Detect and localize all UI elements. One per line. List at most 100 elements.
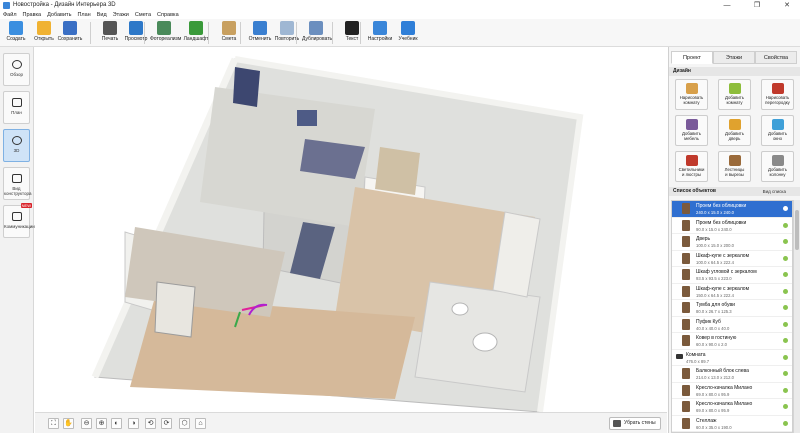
visibility-eye-icon[interactable]	[783, 222, 788, 228]
zoom-in-button[interactable]: ⊕	[96, 418, 107, 429]
object-row[interactable]: Ковер в гостиную 60.0 x 90.0 x 2.0	[672, 333, 792, 350]
scrollbar-thumb[interactable]	[795, 210, 799, 250]
object-row[interactable]: Шкаф угловой с зеркалом 93.5 x 93.5 x 223…	[672, 267, 792, 284]
object-row[interactable]: Проем без облицовки 90.0 x 15.0 x 240.0	[672, 218, 792, 234]
3d-viewport[interactable]	[35, 47, 667, 412]
object-row[interactable]: Шкаф-купе с зеркалом 100.0 x 64.5 x 222.4	[672, 251, 792, 267]
camera-button[interactable]: ⬡	[179, 418, 190, 429]
photo-toolbar-button[interactable]: Фотореализм	[150, 20, 181, 46]
add-room-button[interactable]: Добавить комнату	[718, 79, 751, 110]
add-furniture-button[interactable]: Добавить мебель	[675, 115, 708, 146]
object-dimensions: 60.0 x 90.0 x 2.0	[696, 342, 727, 347]
visibility-eye-icon[interactable]	[783, 239, 788, 244]
nav-overview-button[interactable]: Обзор	[3, 53, 30, 86]
object-list-scrollbar[interactable]	[793, 200, 800, 433]
orbit-right-button[interactable]: ⟳	[161, 418, 172, 429]
print-toolbar-button[interactable]: Печать	[96, 20, 124, 46]
object-row[interactable]: Проем без облицовки 240.0 x 15.0 x 240.0	[672, 201, 792, 218]
draw-room-button[interactable]: Нарисовать комнату	[675, 79, 708, 110]
remove-walls-button[interactable]: Убрать стены	[609, 417, 661, 430]
add-column-button[interactable]: Добавить колонну	[761, 151, 794, 182]
maximize-button[interactable]: ❐	[746, 0, 768, 11]
object-name: Кресло-качалка Милано	[696, 384, 753, 391]
landscape-toolbar-button[interactable]: Ландшафт	[182, 20, 210, 46]
draw-partition-button[interactable]: Нарисовать перегородку	[761, 79, 794, 110]
menu-floors[interactable]: Этажи	[110, 11, 132, 19]
object-row[interactable]: Кресло-качалка Милано 69.0 x 80.0 x 95.9	[672, 399, 792, 416]
nav-constructor-view-button[interactable]: Вид конструктора	[3, 167, 32, 200]
object-thumbnail-icon	[682, 417, 690, 429]
object-row[interactable]: Стеллаж 60.0 x 35.0 x 190.0	[672, 416, 792, 432]
visibility-eye-icon[interactable]	[783, 404, 788, 409]
object-row[interactable]: Пуфик Куб 40.0 x 40.0 x 40.0	[672, 317, 792, 333]
visibility-eye-icon[interactable]	[783, 305, 788, 310]
help-icon	[401, 21, 415, 35]
save-toolbar-button[interactable]: Сохранить	[56, 20, 84, 46]
visibility-eye-icon[interactable]	[783, 288, 788, 294]
add-door-button[interactable]: Добавить дверь	[718, 115, 751, 146]
new-file-toolbar-button[interactable]: Создать	[2, 20, 30, 46]
tab-floors[interactable]: Этажи	[713, 51, 755, 64]
orbit-left-button[interactable]: ⟲	[145, 418, 156, 429]
rotate-right-button[interactable]: ◑	[128, 418, 139, 429]
menu-file[interactable]: Файл	[0, 11, 20, 19]
object-thumbnail-icon	[682, 236, 690, 247]
floorplan-3d-render[interactable]	[35, 47, 667, 412]
room-icon	[676, 353, 683, 359]
menu-plan[interactable]: План	[74, 11, 93, 19]
nav-3d-button[interactable]: 3D	[3, 129, 30, 162]
help-toolbar-button[interactable]: Учебник	[394, 20, 422, 46]
communications-icon	[11, 212, 22, 221]
add-window-button[interactable]: Добавить окно	[761, 115, 794, 146]
minimize-button[interactable]: —	[716, 0, 738, 11]
visibility-eye-icon[interactable]	[783, 338, 788, 343]
view-list-link[interactable]: Вид списка	[763, 189, 786, 194]
visibility-eye-icon[interactable]	[783, 420, 788, 426]
visibility-eye-icon[interactable]	[783, 206, 788, 211]
pan-button[interactable]: ✋	[63, 418, 74, 429]
estimate-toolbar-button[interactable]: Смета	[215, 20, 243, 46]
nav-communications-button[interactable]: NEW Коммуникации	[3, 203, 35, 238]
menu-help[interactable]: Справка	[154, 11, 182, 19]
object-row[interactable]: Тумба для обуви 80.0 x 26.7 x 125.3	[672, 300, 792, 317]
menu-add[interactable]: Добавить	[44, 11, 74, 19]
visibility-eye-icon[interactable]	[783, 354, 788, 360]
monitor-toolbar-button[interactable]: Просмотр	[122, 20, 150, 46]
menu-edit[interactable]: Правка	[20, 11, 45, 19]
visibility-eye-icon[interactable]	[783, 272, 788, 277]
visibility-eye-icon[interactable]	[783, 371, 788, 376]
zoom-out-button[interactable]: ⊖	[81, 418, 92, 429]
text-toolbar-button[interactable]: Текст	[338, 20, 366, 46]
open-folder-toolbar-button[interactable]: Открыть	[30, 20, 58, 46]
object-row[interactable]: Кресло-качалка Милано 69.0 x 80.0 x 95.9	[672, 383, 792, 399]
tab-project[interactable]: Проект	[671, 51, 713, 64]
menu-view[interactable]: Вид	[94, 11, 110, 19]
fit-view-button[interactable]: ⛶	[48, 418, 59, 429]
stairs-button[interactable]: Лестницы и вырезы	[718, 151, 751, 182]
object-list[interactable]: Проем без облицовки 240.0 x 15.0 x 240.0 П…	[671, 200, 793, 433]
design-button-label: Светильники и люстры	[678, 167, 705, 177]
object-row[interactable]: Дверь 100.0 x 15.0 x 200.0	[672, 234, 792, 251]
toolbar-separator	[90, 22, 91, 44]
lamp-button[interactable]: Светильники и люстры	[675, 151, 708, 182]
home-button[interactable]: ⌂	[195, 418, 206, 429]
nav-plan-button[interactable]: План	[3, 91, 30, 124]
object-group-row[interactable]: Комната 476.0 x 89.7	[672, 350, 792, 366]
tab-properties[interactable]: Свойства	[755, 51, 797, 64]
object-row[interactable]: Шкаф-купе с зеркалом 150.0 x 64.5 x 222.4	[672, 284, 792, 300]
duplicate-toolbar-button[interactable]: Дублировать	[302, 20, 332, 46]
undo-toolbar-button[interactable]: Отменить	[246, 20, 274, 46]
add-room-icon	[728, 83, 741, 94]
object-row[interactable]: Балконный блок слева 214.0 x 13.0 x 212.0	[672, 366, 792, 383]
menu-estimate[interactable]: Смета	[132, 11, 154, 19]
close-button[interactable]: ✕	[776, 0, 798, 11]
print-icon	[103, 21, 117, 35]
settings-gear-toolbar-button[interactable]: Настройки	[366, 20, 394, 46]
visibility-eye-icon[interactable]	[783, 255, 788, 261]
rotate-left-button[interactable]: ◐	[111, 418, 122, 429]
visibility-eye-icon[interactable]	[783, 387, 788, 393]
object-dimensions: 93.5 x 93.5 x 223.0	[696, 276, 732, 281]
visibility-eye-icon[interactable]	[783, 321, 788, 327]
add-column-icon	[771, 155, 784, 166]
toolbar-separator	[360, 22, 361, 44]
